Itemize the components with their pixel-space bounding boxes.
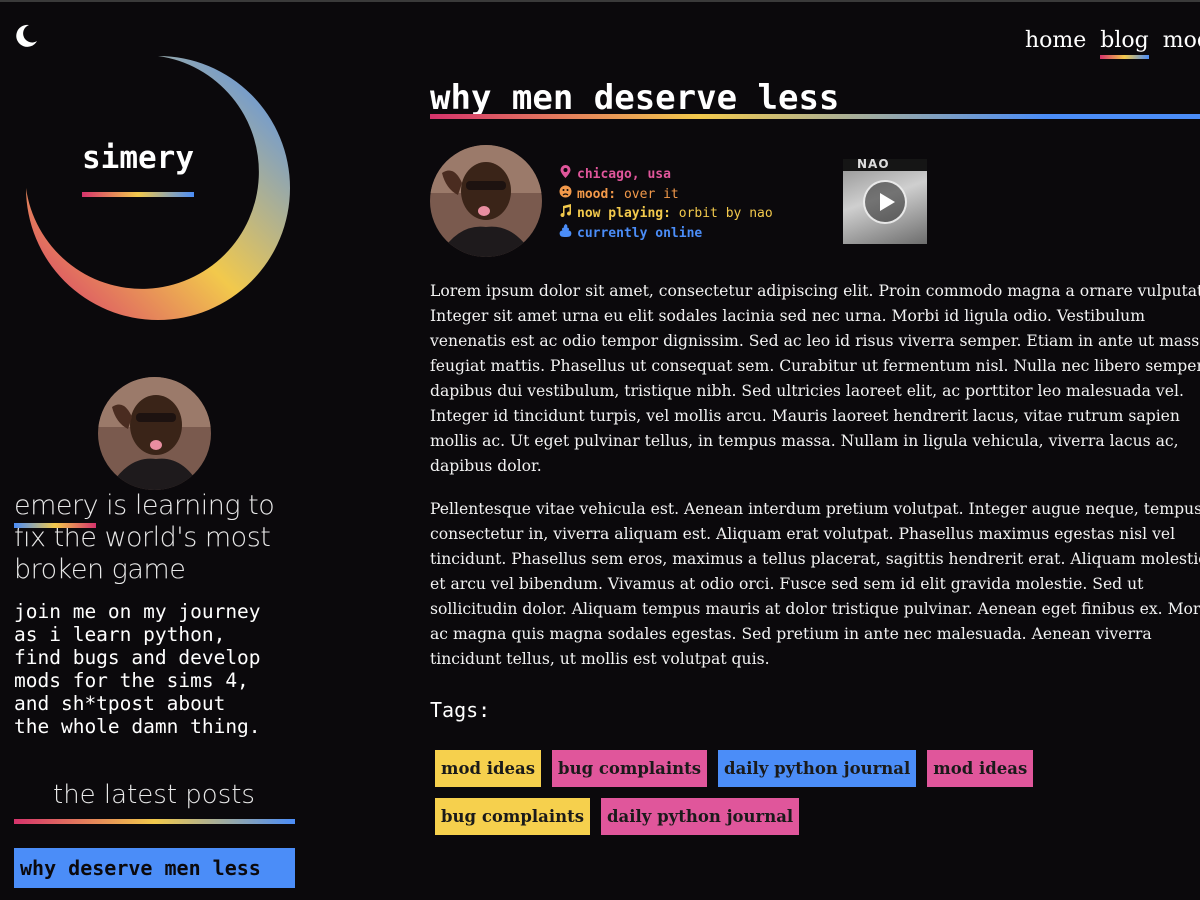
now-playing-label: now playing: (577, 206, 671, 221)
crescent-logo-icon (26, 56, 290, 320)
play-button[interactable] (863, 180, 907, 224)
tag-daily-python-journal[interactable]: daily python journal (718, 750, 917, 787)
nav-home[interactable]: home (1025, 28, 1086, 53)
frown-face-icon (557, 185, 573, 205)
location-pin-icon (557, 165, 573, 185)
logo-text: simery (82, 140, 194, 176)
logo-underline (82, 192, 194, 197)
tag-bug-complaints[interactable]: bug complaints (435, 798, 590, 835)
theme-toggle-moon-icon[interactable] (12, 22, 40, 50)
tag-mod-ideas[interactable]: mod ideas (927, 750, 1034, 787)
location-text: chicago, usa (577, 167, 671, 182)
post-paragraph-1: Lorem ipsum dolor sit amet, consectetur … (430, 282, 1200, 475)
mood-value: over it (623, 186, 679, 202)
mood-label: mood: (577, 186, 617, 202)
top-nav: home blog mods (1025, 28, 1200, 68)
nav-blog[interactable]: blog (1100, 28, 1150, 59)
tag-bug-complaints[interactable]: bug complaints (552, 750, 708, 787)
latest-posts-underline (14, 819, 295, 824)
tagline: emery is learning to fix the world's mos… (14, 490, 275, 585)
play-icon (880, 193, 895, 211)
intro-text: join me on my journey as i learn python,… (14, 600, 261, 738)
sidebar-avatar (98, 377, 211, 490)
post-paragraph-2: Pellentesque vitae vehicula est. Aenean … (430, 500, 1200, 668)
post-author-avatar (430, 145, 542, 257)
title-underline (430, 114, 1200, 119)
meta-status: currently online (557, 223, 773, 244)
post-meta: chicago, usa mood: over it now playing: … (557, 165, 773, 243)
album-text: NAO (857, 159, 890, 171)
tagline-underline (14, 523, 96, 528)
tag-mod-ideas[interactable]: mod ideas (435, 750, 542, 787)
poop-icon (557, 223, 573, 244)
sidebar: simery emery is learning to fix the worl… (0, 0, 310, 900)
album-art-player[interactable]: NAO (843, 159, 927, 244)
site-logo[interactable]: simery (18, 48, 298, 328)
tags-list: mod ideas bug complaints daily python jo… (435, 750, 1195, 846)
latest-posts-heading: the latest posts (53, 780, 255, 810)
nav-mods[interactable]: mods (1163, 28, 1200, 53)
meta-location: chicago, usa (557, 165, 773, 185)
meta-now-playing: now playing: orbit by nao (557, 204, 773, 224)
post-title: why men deserve less (430, 78, 840, 118)
tags-label: Tags: (430, 698, 491, 722)
latest-post-link[interactable]: why deserve men less (14, 848, 295, 888)
meta-mood: mood: over it (557, 185, 773, 205)
now-playing-value: orbit by nao (678, 206, 773, 221)
status-text: currently online (577, 225, 703, 241)
music-note-icon (557, 204, 573, 224)
tag-daily-python-journal[interactable]: daily python journal (601, 798, 800, 835)
